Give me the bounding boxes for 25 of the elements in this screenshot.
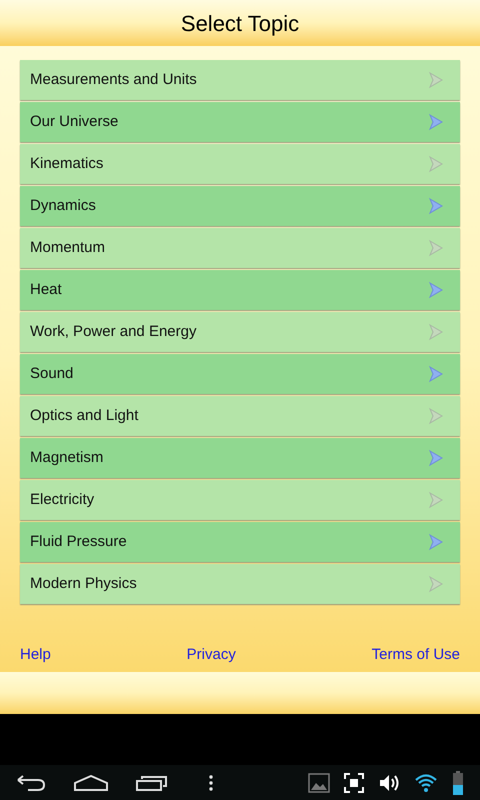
menu-icon[interactable]: [208, 774, 214, 790]
topic-item[interactable]: Electricity: [20, 480, 460, 520]
footer-link[interactable]: Help: [20, 644, 51, 666]
screenshot-icon: [344, 772, 364, 792]
topic-item[interactable]: Kinematics: [20, 144, 460, 184]
battery-icon: [452, 770, 464, 794]
recent-apps-icon[interactable]: [136, 774, 168, 790]
footer-link[interactable]: Terms of Use: [372, 644, 460, 666]
topic-item[interactable]: Sound: [20, 354, 460, 394]
topic-item[interactable]: Work, Power and Energy: [20, 312, 460, 352]
topic-item[interactable]: Dynamics: [20, 186, 460, 226]
topic-item[interactable]: Modern Physics: [20, 564, 460, 604]
image-icon: [308, 772, 330, 792]
topic-item[interactable]: Our Universe: [20, 102, 460, 142]
wifi-icon: [414, 772, 438, 792]
footer-link[interactable]: Privacy: [186, 644, 236, 666]
topic-item[interactable]: Measurements and Units: [20, 60, 460, 100]
topic-item[interactable]: Heat: [20, 270, 460, 310]
home-icon[interactable]: [74, 774, 108, 790]
topic-item[interactable]: Fluid Pressure: [20, 522, 460, 562]
topic-item[interactable]: Momentum: [20, 228, 460, 268]
back-icon[interactable]: [16, 774, 46, 790]
topic-item[interactable]: Magnetism: [20, 438, 460, 478]
screen-title: Select Topic: [180, 10, 300, 38]
topic-item[interactable]: Optics and Light: [20, 396, 460, 436]
